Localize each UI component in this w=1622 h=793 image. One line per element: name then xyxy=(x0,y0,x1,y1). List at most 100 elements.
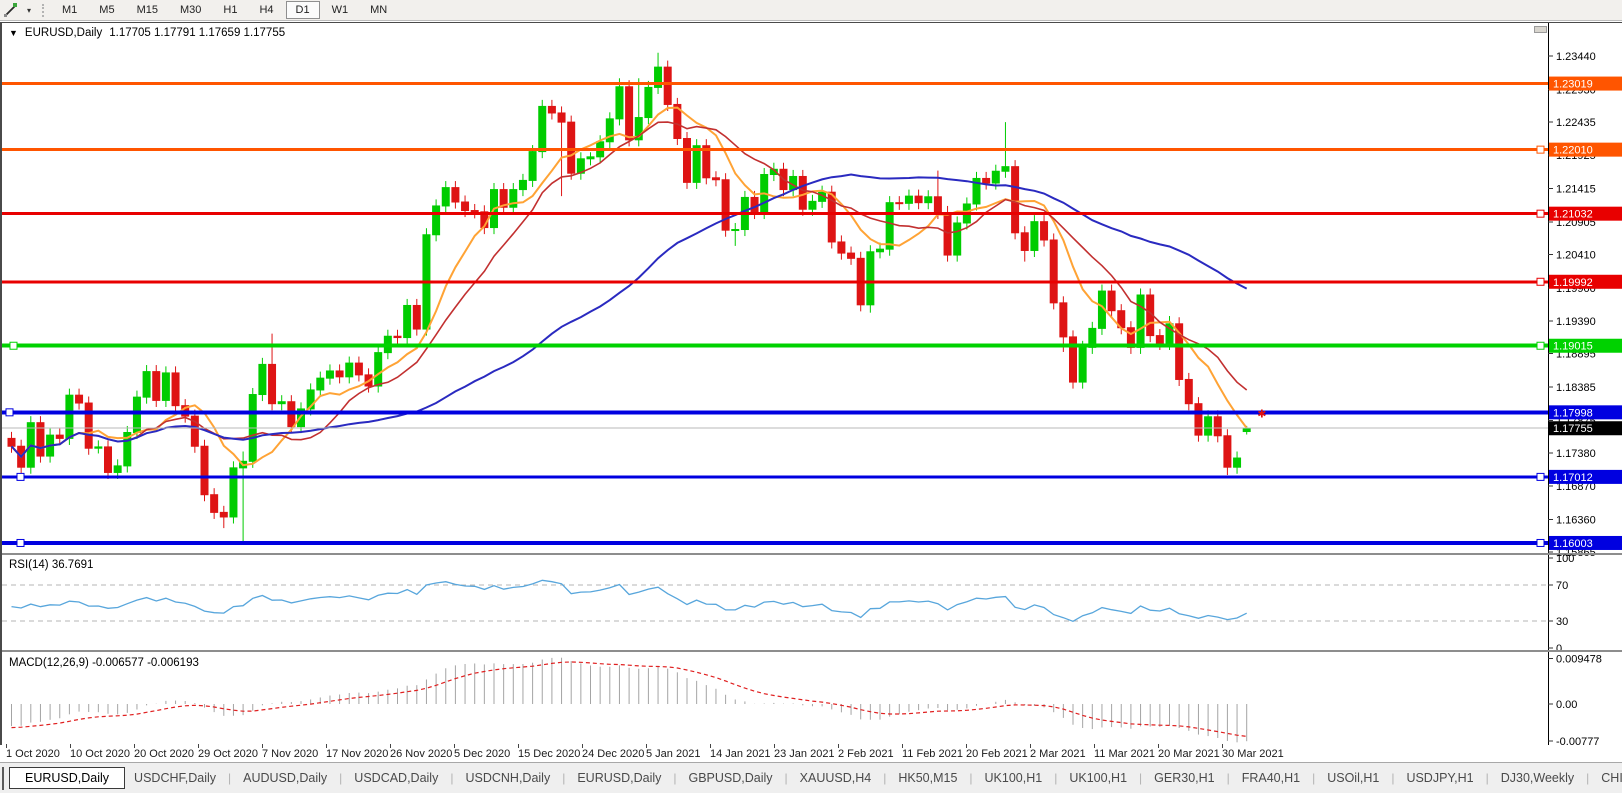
candle xyxy=(664,67,671,104)
line-anchor-marker[interactable] xyxy=(10,342,17,349)
candle xyxy=(1050,240,1057,303)
candle xyxy=(1224,436,1231,467)
candle xyxy=(809,201,816,209)
tab-item[interactable]: USDJPY,H1 xyxy=(1402,771,1477,785)
tab-separator: | xyxy=(1486,771,1489,785)
rsi-chart-surface[interactable]: 10070300 xyxy=(2,555,1622,650)
date-label: 20 Mar 2021 xyxy=(1158,748,1220,760)
candle xyxy=(95,447,102,448)
macd-chart-surface[interactable]: 0.0094780.00-0.00777 xyxy=(2,652,1622,745)
candle xyxy=(1205,417,1212,435)
tab-item[interactable]: FRA40,H1 xyxy=(1238,771,1304,785)
candle xyxy=(867,252,874,305)
axis-tick-label: 1.16360 xyxy=(1556,515,1596,527)
line-anchor-marker[interactable] xyxy=(17,473,24,480)
toolbar-grip[interactable] xyxy=(42,4,44,17)
candle xyxy=(220,512,227,517)
candle xyxy=(1079,347,1086,382)
line-anchor-marker[interactable] xyxy=(1537,342,1544,349)
line-anchor-marker[interactable] xyxy=(6,409,13,416)
candle xyxy=(983,178,990,183)
date-label: 15 Dec 2020 xyxy=(518,748,580,760)
timeframe-button-d1[interactable]: D1 xyxy=(286,1,320,19)
tab-item[interactable]: AUDUSD,Daily xyxy=(239,771,331,785)
tab-separator: | xyxy=(1227,771,1230,785)
price-tag-label: 1.22010 xyxy=(1553,145,1593,157)
tab-separator: | xyxy=(1391,771,1394,785)
candles xyxy=(8,53,1250,541)
tab-item[interactable]: CHINA300,H1 xyxy=(1597,771,1622,785)
line-anchor-marker[interactable] xyxy=(1537,146,1544,153)
tab-separator: | xyxy=(450,771,453,785)
chart-title-dropdown-icon[interactable]: ▼ xyxy=(9,28,18,39)
price-tag-label: 1.17998 xyxy=(1553,407,1593,419)
line-anchor-marker[interactable] xyxy=(1537,278,1544,285)
tool-dropdown-icon[interactable]: ▾ xyxy=(22,6,36,15)
line-anchor-marker[interactable] xyxy=(1537,473,1544,480)
tab-item[interactable]: GBPUSD,Daily xyxy=(685,771,777,785)
timeframe-button-h4[interactable]: H4 xyxy=(249,1,283,19)
candle xyxy=(732,230,739,231)
tab-separator: | xyxy=(785,771,788,785)
timeframe-button-m1[interactable]: M1 xyxy=(52,1,87,19)
tab-item[interactable]: USDCHF,Daily xyxy=(130,771,220,785)
tab-item[interactable]: USDCAD,Daily xyxy=(350,771,442,785)
date-label: 5 Jan 2021 xyxy=(646,748,700,760)
candle xyxy=(37,423,44,456)
candle xyxy=(1021,233,1028,251)
candle xyxy=(346,363,353,377)
price-marker-icon[interactable]: ✱ xyxy=(1257,409,1266,421)
candle xyxy=(529,152,536,181)
tab-item-active[interactable]: EURUSD,Daily xyxy=(9,767,125,789)
candle xyxy=(8,438,15,446)
candle xyxy=(944,212,951,255)
candle xyxy=(519,180,526,189)
tab-item[interactable]: DJ30,Weekly xyxy=(1497,771,1578,785)
candle xyxy=(336,371,343,377)
timeframe-button-m15[interactable]: M15 xyxy=(127,1,168,19)
timeframe-buttons: M1M5M15M30H1H4D1W1MN xyxy=(51,1,398,19)
date-label: 2 Mar 2021 xyxy=(1030,748,1086,760)
chart-title: ▼ EURUSD,Daily 1.17705 1.17791 1.17659 1… xyxy=(9,27,285,39)
price-tag-label: 1.21032 xyxy=(1553,209,1593,221)
tab-item[interactable]: USDCNH,Daily xyxy=(461,771,554,785)
date-label: 2 Feb 2021 xyxy=(838,748,894,760)
date-label: 11 Mar 2021 xyxy=(1094,748,1155,760)
tab-item[interactable]: EURUSD,Daily xyxy=(573,771,665,785)
candle xyxy=(172,373,179,406)
candle xyxy=(645,87,652,117)
tab-item[interactable]: HK50,M15 xyxy=(894,771,961,785)
tab-item[interactable]: GER30,H1 xyxy=(1150,771,1218,785)
candle xyxy=(905,196,912,203)
candle xyxy=(230,468,237,517)
draw-cursor-icon[interactable] xyxy=(0,2,22,18)
tab-separator: | xyxy=(1312,771,1315,785)
timeframe-button-m5[interactable]: M5 xyxy=(89,1,124,19)
tab-item[interactable]: UK100,H1 xyxy=(1065,771,1131,785)
candle xyxy=(886,203,893,249)
candle xyxy=(433,206,440,235)
candle xyxy=(896,203,903,204)
date-axis[interactable]: 1 Oct 202010 Oct 202020 Oct 202029 Oct 2… xyxy=(0,745,1622,761)
tab-item[interactable]: USOil,H1 xyxy=(1323,771,1383,785)
date-label: 20 Feb 2021 xyxy=(966,748,1028,760)
tab-item[interactable]: UK100,H1 xyxy=(981,771,1047,785)
timeframe-button-h1[interactable]: H1 xyxy=(213,1,247,19)
main-chart-surface[interactable]: 1.234401.229301.224351.219251.214151.209… xyxy=(2,23,1622,553)
line-anchor-marker[interactable] xyxy=(1537,210,1544,217)
date-label: 11 Feb 2021 xyxy=(902,748,963,760)
candle xyxy=(1041,222,1048,240)
candle xyxy=(201,446,208,494)
candle xyxy=(259,364,266,394)
timeframe-button-mn[interactable]: MN xyxy=(360,1,397,19)
candle xyxy=(404,305,411,337)
tab-separator: | xyxy=(673,771,676,785)
line-anchor-marker[interactable] xyxy=(17,539,24,546)
line-anchor-marker[interactable] xyxy=(1537,539,1544,546)
tab-item[interactable]: XAUUSD,H4 xyxy=(796,771,876,785)
price-tag-label: 1.17012 xyxy=(1553,472,1593,484)
axis-tick-label: 0.00 xyxy=(1556,699,1577,711)
timeframe-button-m30[interactable]: M30 xyxy=(170,1,211,19)
tab-separator: | xyxy=(969,771,972,785)
timeframe-button-w1[interactable]: W1 xyxy=(322,1,359,19)
